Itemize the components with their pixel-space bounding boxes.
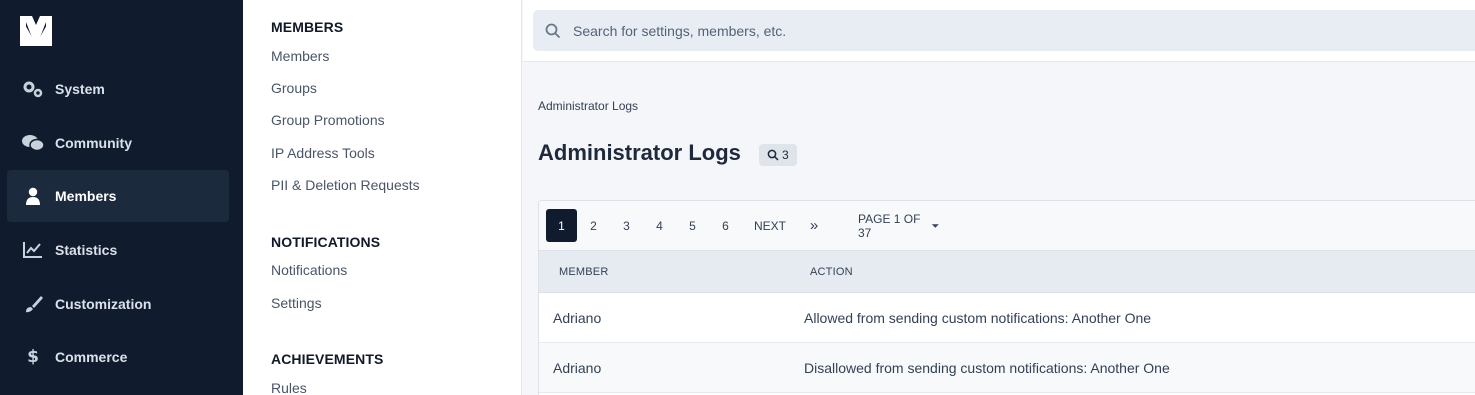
submenu-link-members[interactable]: Members (271, 48, 329, 64)
submenu-link-settings[interactable]: Settings (271, 295, 322, 311)
logo-icon[interactable] (20, 16, 52, 46)
cell-member[interactable]: Adriano (553, 310, 601, 326)
nav-item-community[interactable]: Community (7, 117, 229, 169)
search-icon (767, 149, 779, 161)
comments-icon (22, 133, 44, 153)
page-button-2[interactable]: 2 (586, 209, 601, 242)
column-header-member[interactable]: MEMBER (559, 266, 608, 278)
cell-action: Disallowed from sending custom notificat… (804, 360, 1170, 376)
caret-down-icon (932, 223, 940, 228)
cell-member[interactable]: Adriano (553, 360, 601, 376)
breadcrumb[interactable]: Administrator Logs (538, 99, 638, 113)
submenu-link-pii-deletion[interactable]: PII & Deletion Requests (271, 177, 420, 193)
submenu-heading-achievements: ACHIEVEMENTS (271, 351, 384, 367)
chart-line-icon (22, 240, 44, 260)
pagination: 1 2 3 4 5 6 NEXT » PAGE 1 OF 37 (539, 201, 1475, 251)
page-button-3[interactable]: 3 (619, 209, 634, 242)
main-nav: System Community Members Statistics Cust… (0, 0, 243, 395)
nav-label: Statistics (55, 242, 118, 258)
main-content: Administrator Logs Administrator Logs 3 … (523, 0, 1475, 395)
badge-count: 3 (782, 148, 789, 162)
submenu-link-rules[interactable]: Rules (271, 380, 307, 395)
submenu-link-group-promotions[interactable]: Group Promotions (271, 112, 385, 128)
table-row[interactable]: Adriano Disallowed from sending custom n… (539, 343, 1475, 393)
last-page-button[interactable]: » (805, 209, 823, 242)
next-page-button[interactable]: NEXT (754, 209, 786, 242)
submenu-link-groups[interactable]: Groups (271, 80, 317, 96)
nav-item-statistics[interactable]: Statistics (7, 224, 229, 276)
search-box[interactable] (533, 10, 1475, 51)
table-header: MEMBER ACTION (539, 251, 1475, 293)
nav-item-members[interactable]: Members (7, 170, 229, 222)
submenu-heading-members: MEMBERS (271, 19, 344, 35)
page-button-5[interactable]: 5 (685, 209, 700, 242)
page-button-6[interactable]: 6 (718, 209, 733, 242)
paintbrush-icon (22, 294, 44, 314)
user-icon (22, 186, 44, 206)
dollar-icon: $ (27, 347, 39, 367)
top-bar (523, 0, 1475, 62)
nav-label: Members (55, 188, 117, 204)
nav-label: Customization (55, 296, 152, 312)
search-count-badge[interactable]: 3 (759, 144, 797, 166)
logs-panel: 1 2 3 4 5 6 NEXT » PAGE 1 OF 37 MEMBER A… (538, 200, 1475, 395)
page-button-1[interactable]: 1 (546, 209, 577, 242)
submenu-heading-notifications: NOTIFICATIONS (271, 234, 381, 250)
nav-item-system[interactable]: System (7, 63, 229, 115)
gears-icon (22, 79, 44, 99)
submenu: MEMBERS Members Groups Group Promotions … (243, 0, 522, 395)
page-title: Administrator Logs (538, 140, 741, 165)
search-icon (545, 23, 561, 38)
nav-item-customization[interactable]: Customization (7, 278, 229, 330)
cell-action: Allowed from sending custom notification… (804, 310, 1152, 326)
page-of-label: PAGE 1 OF 37 (858, 211, 921, 240)
nav-item-commerce[interactable]: $ Commerce (7, 331, 229, 383)
nav-label: Community (55, 135, 132, 151)
nav-label: Commerce (55, 349, 128, 365)
page-of-dropdown[interactable]: PAGE 1 OF 37 (858, 209, 940, 242)
search-input[interactable] (573, 22, 1173, 39)
nav-label: System (55, 81, 105, 97)
submenu-link-ip-address-tools[interactable]: IP Address Tools (271, 145, 375, 161)
submenu-link-notifications[interactable]: Notifications (271, 262, 347, 278)
table-row[interactable]: Adriano Allowed from sending custom noti… (539, 293, 1475, 343)
page-button-4[interactable]: 4 (652, 209, 667, 242)
column-header-action[interactable]: ACTION (810, 266, 853, 278)
